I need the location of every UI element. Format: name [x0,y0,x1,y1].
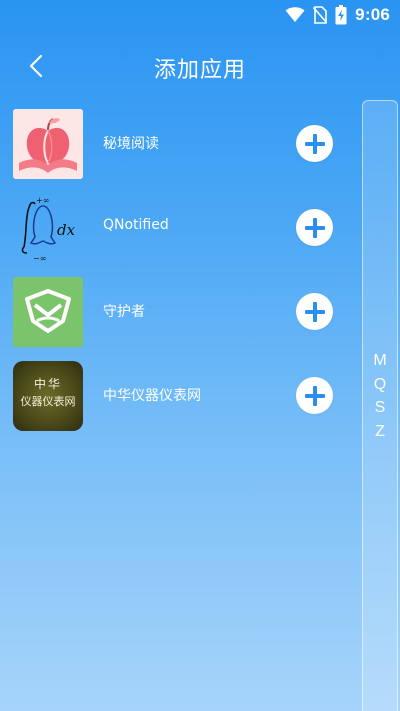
shield-emblem-icon [13,277,83,347]
status-time: 9:06 [355,5,390,24]
app-name: 守护者 [103,304,145,320]
integral-qq-icon: +∞ −∞ dx [13,193,83,263]
add-app-button[interactable] [296,377,333,414]
page-title: 添加应用 [153,58,246,83]
status-bar: 9:06 [0,0,400,32]
header: 添加应用 [0,40,400,92]
app-name: 中华仪器仪表网 [103,388,201,404]
index-letter-m[interactable]: M [373,349,386,373]
icon-text-top: 中华 [33,377,62,391]
svg-text:dx: dx [57,221,76,239]
app-list: 秘境阅读 +∞ −∞ dx QNotified 守护者 中华 仪器仪表网 中华仪… [0,105,350,441]
battery-charging-icon [335,5,347,25]
index-letter-z[interactable]: Z [375,420,385,444]
app-row-4: 中华 仪器仪表网 中华仪器仪表网 [0,357,350,441]
index-letter-s[interactable]: S [375,396,386,420]
app-row-2: +∞ −∞ dx QNotified [0,189,350,273]
add-app-button[interactable] [296,209,333,246]
wifi-icon [285,7,305,22]
app-row-3: 守护者 [0,273,350,357]
app-row-1: 秘境阅读 [0,105,350,189]
index-sidebar[interactable]: M Q S Z [362,100,398,711]
apple-book-icon [13,109,83,179]
plus-icon [304,217,325,238]
icon-text-bottom: 仪器仪表网 [20,395,76,408]
app-name: 秘境阅读 [103,136,159,152]
index-letters: M Q S Z [363,349,397,443]
app-name: QNotified [103,217,169,233]
plus-icon [304,301,325,322]
plus-icon [304,133,325,154]
status-icons: 9:06 [285,5,390,25]
instrument-net-icon: 中华 仪器仪表网 [13,361,83,431]
plus-icon [304,385,325,406]
svg-text:−∞: −∞ [33,254,46,263]
no-sim-icon [313,6,328,24]
svg-text:+∞: +∞ [36,196,49,205]
add-app-button[interactable] [296,125,333,162]
index-letter-q[interactable]: Q [374,373,386,397]
add-app-button[interactable] [296,293,333,330]
